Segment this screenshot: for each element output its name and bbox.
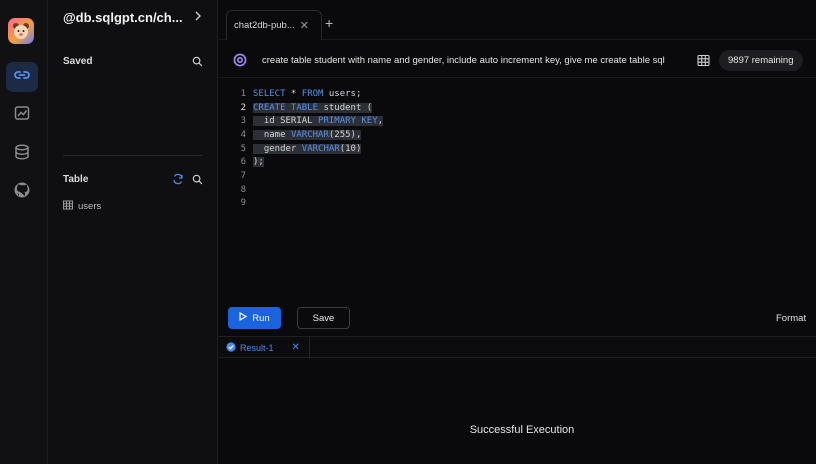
line-number: 6 bbox=[240, 157, 246, 168]
editor-line: 4 name VARCHAR(255), bbox=[218, 128, 816, 142]
section-divider bbox=[63, 155, 202, 156]
main-area: chat2db-pub... ✕ + create table student … bbox=[218, 0, 816, 464]
editor-line: 1 SELECT * FROM users; bbox=[218, 87, 816, 101]
refresh-icon[interactable] bbox=[171, 172, 185, 186]
run-label: Run bbox=[252, 312, 270, 324]
close-icon[interactable]: ✕ bbox=[300, 19, 309, 32]
play-icon bbox=[239, 311, 248, 324]
database-icon bbox=[13, 143, 31, 166]
result-tab-bar: Result-1 ✕ bbox=[218, 336, 816, 358]
result-tab-label: Result-1 bbox=[240, 342, 274, 353]
table-item-users[interactable]: users bbox=[63, 200, 101, 213]
database-panel: @db.sqlgpt.cn/ch... Saved Table users bbox=[48, 0, 231, 464]
line-number: 9 bbox=[240, 198, 246, 209]
bear-logo-icon[interactable] bbox=[8, 18, 34, 44]
chart-icon bbox=[13, 104, 31, 127]
table-select-icon[interactable] bbox=[697, 54, 710, 67]
editor-line: 9 bbox=[218, 197, 816, 211]
run-button[interactable]: Run bbox=[228, 307, 281, 329]
editor-line: 6 ); bbox=[218, 156, 816, 170]
editor-line: 2 CREATE TABLE student ( bbox=[218, 101, 816, 115]
connection-title[interactable]: @db.sqlgpt.cn/ch... bbox=[63, 10, 183, 25]
line-number: 2 bbox=[240, 102, 246, 113]
sql-editor[interactable]: 1 SELECT * FROM users; 2 CREATE TABLE st… bbox=[218, 85, 816, 305]
editor-line: 5 gender VARCHAR(10) bbox=[218, 142, 816, 156]
tab-label: chat2db-pub... bbox=[234, 20, 295, 31]
github-icon bbox=[13, 181, 31, 204]
editor-line: 3 id SERIAL PRIMARY KEY, bbox=[218, 114, 816, 128]
success-check-icon bbox=[226, 339, 236, 357]
format-button[interactable]: Format bbox=[776, 313, 806, 324]
ai-assistant-icon bbox=[233, 53, 247, 67]
remaining-badge: 9897 remaining bbox=[719, 50, 803, 71]
line-number: 1 bbox=[240, 88, 246, 99]
rail-database-button[interactable] bbox=[6, 139, 38, 169]
add-tab-icon[interactable]: + bbox=[325, 15, 333, 31]
rail-github-button[interactable] bbox=[6, 177, 38, 207]
save-button[interactable]: Save bbox=[297, 307, 350, 329]
line-number: 7 bbox=[240, 171, 246, 182]
tab-console[interactable]: chat2db-pub... ✕ bbox=[226, 10, 322, 40]
ai-prompt-bar: create table student with name and gende… bbox=[218, 44, 816, 78]
rail-dashboard-button[interactable] bbox=[6, 100, 38, 130]
search-icon[interactable] bbox=[190, 54, 204, 68]
line-number: 4 bbox=[240, 129, 246, 140]
rail-connections-button[interactable] bbox=[6, 62, 38, 92]
editor-line: 7 bbox=[218, 169, 816, 183]
saved-section-title: Saved bbox=[63, 56, 93, 67]
execution-status: Successful Execution bbox=[469, 424, 575, 436]
table-item-label: users bbox=[78, 201, 102, 212]
link-icon bbox=[13, 66, 31, 89]
icon-rail bbox=[0, 0, 48, 464]
tab-bar: chat2db-pub... ✕ + bbox=[218, 0, 816, 40]
line-number: 5 bbox=[240, 143, 246, 154]
table-icon bbox=[63, 200, 73, 213]
prompt-input[interactable]: create table student with name and gende… bbox=[262, 55, 665, 66]
tab-result-1[interactable]: Result-1 ✕ bbox=[218, 337, 310, 358]
line-number: 8 bbox=[240, 184, 246, 195]
line-number: 3 bbox=[240, 116, 246, 127]
search-icon[interactable] bbox=[190, 172, 204, 186]
chevron-right-icon[interactable] bbox=[191, 9, 205, 23]
close-icon[interactable]: ✕ bbox=[292, 342, 300, 353]
editor-line: 8 bbox=[218, 183, 816, 197]
table-section-title: Table bbox=[63, 174, 89, 185]
